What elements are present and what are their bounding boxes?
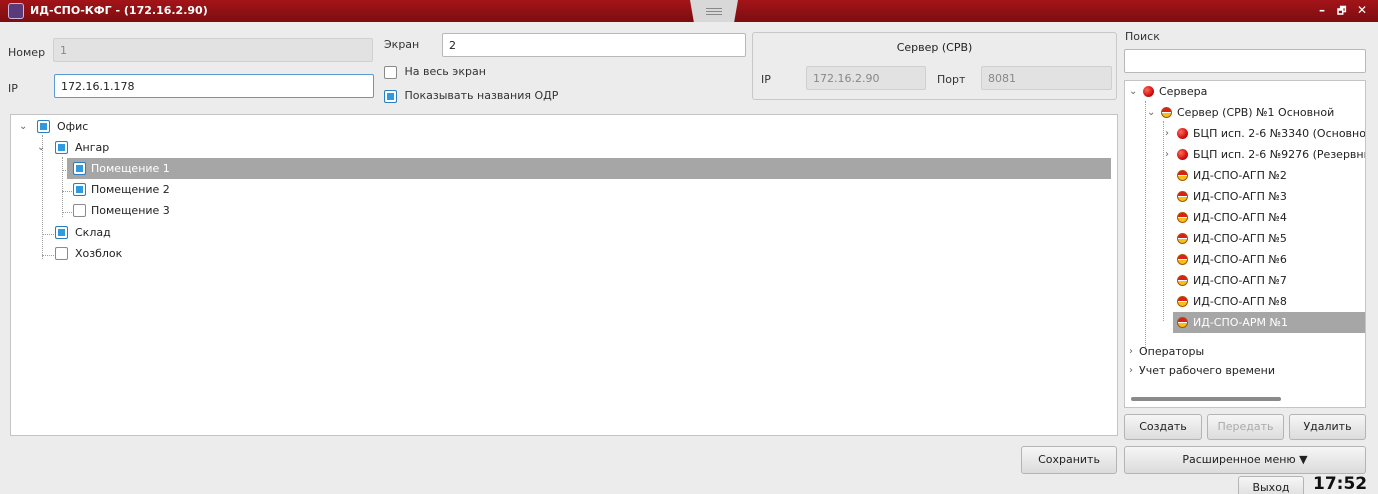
tree-label: Офис xyxy=(57,120,89,133)
chevron-down-icon[interactable]: ⌄ xyxy=(1147,102,1155,123)
tree-label: ИД-СПО-АГП №2 xyxy=(1193,169,1287,182)
tree-label: Учет рабочего времени xyxy=(1139,364,1276,377)
chevron-right-icon[interactable]: › xyxy=(1129,341,1133,362)
tree-label: ИД-СПО-АГП №8 xyxy=(1193,295,1287,308)
tree-label: Сервер (СРВ) №1 Основной xyxy=(1177,106,1335,119)
tree-label: Ангар xyxy=(75,141,110,154)
server-port-field[interactable]: 8081 xyxy=(981,66,1112,90)
transfer-button[interactable]: Передать xyxy=(1207,414,1284,440)
status-mixed-icon xyxy=(1177,233,1188,244)
status-mixed-icon xyxy=(1161,107,1172,118)
checkbox-icon[interactable] xyxy=(73,162,86,175)
save-button[interactable]: Сохранить xyxy=(1021,446,1117,474)
tree-label: Сервера xyxy=(1159,85,1208,98)
checkbox-icon[interactable] xyxy=(384,65,397,79)
server-ip-label: IP xyxy=(761,73,771,86)
status-mixed-icon xyxy=(1177,317,1188,328)
screen-field[interactable]: 2 xyxy=(442,33,746,57)
number-label: Номер xyxy=(8,46,46,59)
fullscreen-label: На весь экран xyxy=(404,65,486,78)
show-odr-label: Показывать названия ОДР xyxy=(404,89,559,102)
chevron-right-icon[interactable]: › xyxy=(1165,144,1169,165)
tree-node-utility[interactable]: Хозблок xyxy=(11,243,1111,264)
search-input[interactable] xyxy=(1124,49,1366,73)
window-title: ИД-СПО-КФГ - (172.16.2.90) xyxy=(30,4,208,17)
tree-label: ИД-СПО-АГП №6 xyxy=(1193,253,1287,266)
panel-handle[interactable] xyxy=(690,0,738,22)
server-tree[interactable]: ⌄ Сервера ⌄ Сервер (СРВ) №1 Основной › Б… xyxy=(1124,80,1366,408)
screen-label: Экран xyxy=(384,38,420,51)
checkbox-icon[interactable] xyxy=(384,89,397,103)
status-mixed-icon xyxy=(1177,275,1188,286)
chevron-down-icon[interactable]: ⌄ xyxy=(37,137,45,158)
status-red-icon xyxy=(1177,128,1188,139)
maximize-button[interactable]: 🗗 xyxy=(1337,4,1346,21)
tree-label: БЦП исп. 2-6 №9276 (Резервный дл xyxy=(1193,148,1365,161)
tree-node-office[interactable]: ⌄ Офис xyxy=(11,116,1111,137)
tree-label: Помещение 2 xyxy=(91,183,170,196)
search-label: Поиск xyxy=(1125,30,1160,43)
app-icon xyxy=(8,3,24,19)
extended-menu-button[interactable]: Расширенное меню ▼ xyxy=(1124,446,1366,474)
exit-button[interactable]: Выход xyxy=(1238,476,1304,494)
checkbox-icon[interactable] xyxy=(55,141,68,154)
close-button[interactable]: ✕ xyxy=(1357,3,1367,17)
tree-label: Склад xyxy=(75,226,111,239)
checkbox-icon[interactable] xyxy=(73,183,86,196)
tree-label: ИД-СПО-АГП №4 xyxy=(1193,211,1287,224)
checkbox-icon[interactable] xyxy=(55,226,68,239)
checkbox-icon[interactable] xyxy=(55,247,68,260)
tree-label: ИД-СПО-АГП №5 xyxy=(1193,232,1287,245)
chevron-right-icon[interactable]: › xyxy=(1129,360,1133,381)
tree-label: БЦП исп. 2-6 №3340 (Основной дл xyxy=(1193,127,1366,140)
chevron-down-icon[interactable]: ⌄ xyxy=(19,116,27,137)
minimize-button[interactable]: – xyxy=(1319,3,1325,17)
locations-tree[interactable]: ⌄ Офис ⌄ Ангар Помещение 1 Помещение 2 П… xyxy=(10,114,1118,436)
status-red-icon xyxy=(1177,149,1188,160)
server-group-title: Сервер (СРВ) xyxy=(896,41,973,54)
chevron-down-icon[interactable]: ⌄ xyxy=(1129,81,1137,102)
clock: 17:52 xyxy=(1313,474,1368,494)
status-mixed-icon xyxy=(1177,254,1188,265)
ip-label: IP xyxy=(8,82,18,95)
server-group: Сервер (СРВ) IP 172.16.2.90 Порт 8081 xyxy=(752,32,1117,100)
tree-label: Помещение 1 xyxy=(91,162,170,175)
tree-label: ИД-СПО-АРМ №1 xyxy=(1193,316,1288,329)
server-ip-field[interactable]: 172.16.2.90 xyxy=(806,66,926,90)
server-port-label: Порт xyxy=(937,73,966,86)
chevron-right-icon[interactable]: › xyxy=(1165,123,1169,144)
tree-node-room2[interactable]: Помещение 2 xyxy=(11,179,1111,200)
create-button[interactable]: Создать xyxy=(1124,414,1202,440)
tree-node-hangar[interactable]: ⌄ Ангар xyxy=(11,137,1111,158)
status-mixed-icon xyxy=(1177,191,1188,202)
status-red-icon xyxy=(1143,86,1154,97)
tree-node-warehouse[interactable]: Склад xyxy=(11,222,1111,243)
ip-field[interactable]: 172.16.1.178 xyxy=(54,74,374,98)
show-odr-checkbox[interactable]: Показывать названия ОДР xyxy=(384,89,558,103)
fullscreen-checkbox[interactable]: На весь экран xyxy=(384,65,486,79)
status-mixed-icon xyxy=(1177,296,1188,307)
status-mixed-icon xyxy=(1177,170,1188,181)
tree-label: ИД-СПО-АГП №3 xyxy=(1193,190,1287,203)
tree-label: Хозблок xyxy=(75,247,123,260)
tree-node-room3[interactable]: Помещение 3 xyxy=(11,200,1111,221)
delete-button[interactable]: Удалить xyxy=(1289,414,1366,440)
tree-node-arm1[interactable]: ИД-СПО-АРМ №1 xyxy=(1173,312,1365,333)
tree-label: ИД-СПО-АГП №7 xyxy=(1193,274,1287,287)
status-mixed-icon xyxy=(1177,212,1188,223)
checkbox-icon[interactable] xyxy=(37,120,50,133)
tree-node-room1[interactable]: Помещение 1 xyxy=(67,158,1111,179)
title-bar: ИД-СПО-КФГ - (172.16.2.90) – 🗗 ✕ xyxy=(0,0,1378,22)
number-field[interactable]: 1 xyxy=(53,38,373,62)
checkbox-icon[interactable] xyxy=(73,204,86,217)
tree-label: Помещение 3 xyxy=(91,204,170,217)
horizontal-scrollbar[interactable] xyxy=(1131,397,1281,401)
tree-label: Операторы xyxy=(1139,345,1205,358)
